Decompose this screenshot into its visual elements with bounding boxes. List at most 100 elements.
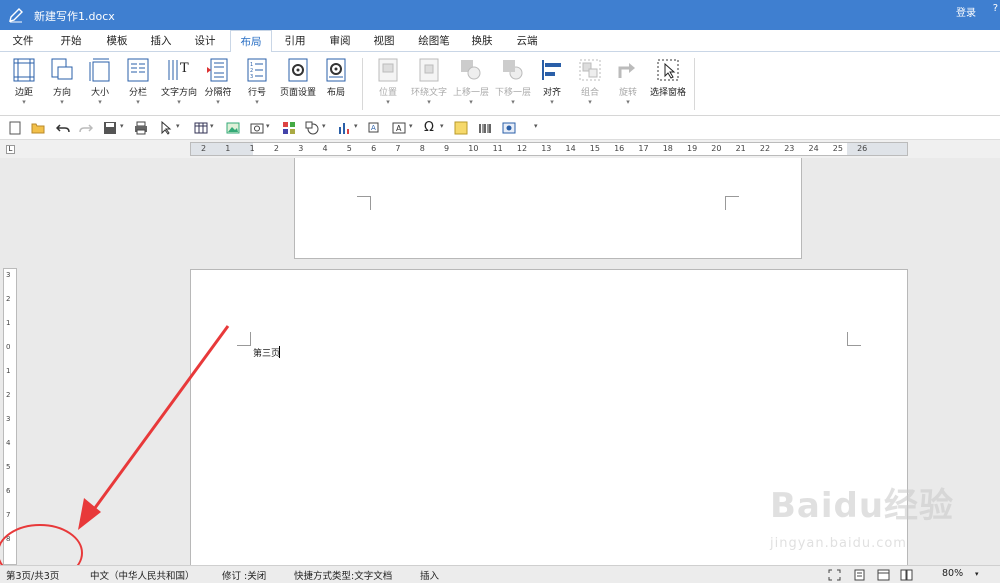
ruler-number: 5 bbox=[346, 144, 352, 153]
picture-icon[interactable] bbox=[226, 121, 240, 135]
align-icon bbox=[542, 60, 561, 80]
ruler-number: 22 bbox=[759, 144, 771, 153]
save-icon[interactable] bbox=[103, 121, 117, 135]
page-body-text[interactable]: 第三页 bbox=[253, 346, 280, 359]
chevron-down-icon[interactable]: ▾ bbox=[176, 122, 180, 130]
selection-pane-icon bbox=[657, 59, 679, 81]
watermark-url: jingyan.baidu.com bbox=[770, 536, 907, 551]
text-cursor bbox=[279, 346, 280, 358]
ribbon-layout: 边距 ▾ 方向 ▾ 大小 ▾ 分栏 ▾ T 文字方向 ▾ 分隔符 ▾ 123 行号 ▾ 页面设… bbox=[0, 52, 1000, 116]
open-folder-icon[interactable] bbox=[31, 121, 45, 135]
redo-icon[interactable] bbox=[79, 121, 93, 135]
breaks-button[interactable]: 分隔符 ▾ bbox=[198, 56, 238, 114]
omega-symbol-icon[interactable]: Ω bbox=[424, 121, 438, 135]
page-previous[interactable] bbox=[294, 158, 802, 259]
bar-chart-icon[interactable] bbox=[337, 121, 351, 135]
ruler-number: 19 bbox=[687, 144, 698, 153]
new-document-icon[interactable] bbox=[8, 121, 22, 135]
tab-review[interactable]: 审阅 bbox=[325, 30, 355, 52]
rotate-button[interactable]: 旋转 ▾ bbox=[606, 56, 650, 114]
chevron-down-icon[interactable]: ▾ bbox=[354, 122, 358, 130]
chevron-down-icon[interactable]: ▾ bbox=[975, 570, 979, 578]
layout-settings-button[interactable]: 布局 bbox=[314, 56, 358, 114]
tab-layout[interactable]: 布局 bbox=[230, 30, 272, 53]
text-box-icon[interactable]: A bbox=[368, 121, 382, 135]
select-cursor-icon[interactable] bbox=[159, 121, 173, 135]
ruler-number: 10 bbox=[468, 144, 479, 153]
chevron-down-icon[interactable]: ▾ bbox=[409, 122, 413, 130]
tab-home[interactable]: 开始 bbox=[56, 30, 86, 52]
ruler-row: L 2 1 1 2 3 4 5 6 7 8 9 10 11 12 13 14 15 16 17 18 19 20 21 22 2… bbox=[0, 140, 1000, 158]
vertical-ruler[interactable]: 3 2 1 0 1 2 3 4 5 6 7 8 bbox=[3, 268, 17, 565]
selection-pane-button[interactable]: 选择窗格 bbox=[646, 56, 690, 114]
horizontal-ruler[interactable]: 2 1 1 2 3 4 5 6 7 8 9 10 11 12 13 14 15 16 17 18 19 20 21 22 23 2… bbox=[190, 142, 908, 156]
chevron-down-icon: ▾ bbox=[386, 98, 390, 106]
print-layout-icon[interactable] bbox=[853, 569, 866, 581]
tab-file[interactable]: 文件 bbox=[8, 30, 38, 52]
shapes-icon[interactable] bbox=[305, 121, 319, 135]
barcode-icon[interactable] bbox=[478, 121, 492, 135]
print-icon[interactable] bbox=[134, 121, 148, 135]
page-setup-icon bbox=[288, 58, 308, 82]
login-link[interactable]: 登录 bbox=[956, 4, 976, 19]
wrap-text-button[interactable]: 环绕文字 ▾ bbox=[406, 56, 452, 114]
position-icon bbox=[378, 58, 398, 82]
reading-layout-icon[interactable] bbox=[900, 569, 913, 581]
zoom-level[interactable]: 80% bbox=[942, 568, 963, 579]
tab-references[interactable]: 引用 bbox=[280, 30, 310, 52]
tab-skin[interactable]: 换肤 bbox=[467, 30, 497, 52]
ruler-number: 3 bbox=[6, 415, 11, 423]
web-layout-icon[interactable] bbox=[877, 569, 890, 581]
ruler-number: 3 bbox=[6, 271, 11, 279]
tab-insert[interactable]: 插入 bbox=[146, 30, 176, 52]
screenshot-icon[interactable] bbox=[250, 121, 264, 135]
ruler-number: 5 bbox=[6, 463, 11, 471]
line-numbers-button[interactable]: 123 行号 ▾ bbox=[235, 56, 279, 114]
chevron-down-icon[interactable]: ▾ bbox=[440, 122, 444, 130]
tab-view[interactable]: 视图 bbox=[369, 30, 399, 52]
ribbon-separator bbox=[694, 58, 695, 110]
chevron-down-icon: ▾ bbox=[136, 98, 140, 106]
columns-button[interactable]: 分栏 ▾ bbox=[116, 56, 160, 114]
track-changes-status[interactable]: 修订 :关闭 bbox=[222, 568, 266, 582]
help-button[interactable]: ? bbox=[993, 3, 998, 14]
ruler-number: 8 bbox=[419, 144, 425, 153]
chevron-down-icon[interactable]: ▾ bbox=[322, 122, 326, 130]
sticky-note-icon[interactable] bbox=[454, 121, 468, 135]
bring-forward-button[interactable]: 上移一层 ▾ bbox=[448, 56, 494, 114]
customize-toolbar-icon[interactable]: ▾ bbox=[534, 122, 538, 130]
language-status[interactable]: 中文（中华人民共和国） bbox=[90, 568, 195, 582]
svg-text:A: A bbox=[396, 124, 402, 133]
chevron-down-icon[interactable]: ▾ bbox=[266, 122, 270, 130]
columns-label: 分栏 bbox=[128, 88, 147, 98]
ruler-number: 7 bbox=[395, 144, 401, 153]
ruler-number: 6 bbox=[371, 144, 377, 153]
chevron-down-icon[interactable]: ▾ bbox=[210, 122, 214, 130]
ruler-number: 2 bbox=[6, 391, 11, 399]
tab-design[interactable]: 设计 bbox=[190, 30, 220, 52]
chevron-down-icon: ▾ bbox=[469, 98, 473, 106]
text-frame-icon[interactable]: A bbox=[392, 121, 406, 135]
group-icon bbox=[579, 59, 601, 81]
page-break-icon bbox=[207, 58, 228, 82]
tab-templates[interactable]: 模板 bbox=[102, 30, 132, 52]
insert-mode-status[interactable]: 插入 bbox=[420, 568, 439, 582]
chart-grid-icon[interactable] bbox=[282, 121, 296, 135]
margin-corner-mark bbox=[847, 332, 861, 346]
fullscreen-icon[interactable] bbox=[828, 569, 841, 581]
text-direction-button[interactable]: T 文字方向 ▾ bbox=[156, 56, 202, 114]
table-icon[interactable] bbox=[194, 121, 208, 135]
line-numbers-icon: 123 bbox=[247, 58, 267, 82]
tab-cloud[interactable]: 云端 bbox=[512, 30, 542, 52]
ruler-number: 8 bbox=[6, 535, 11, 543]
tab-drawing-pen[interactable]: 绘图笔 bbox=[414, 30, 454, 52]
media-icon[interactable] bbox=[502, 121, 516, 135]
chevron-down-icon[interactable]: ▾ bbox=[120, 122, 124, 130]
ruler-number: 0 bbox=[6, 343, 11, 351]
chevron-down-icon: ▾ bbox=[427, 98, 431, 106]
ruler-number: 20 bbox=[711, 144, 722, 153]
undo-icon[interactable] bbox=[56, 121, 70, 135]
position-button[interactable]: 位置 ▾ bbox=[366, 56, 410, 114]
tab-stop-selector[interactable]: L bbox=[6, 145, 15, 154]
page-count-status[interactable]: 第3页/共3页 bbox=[6, 568, 59, 582]
